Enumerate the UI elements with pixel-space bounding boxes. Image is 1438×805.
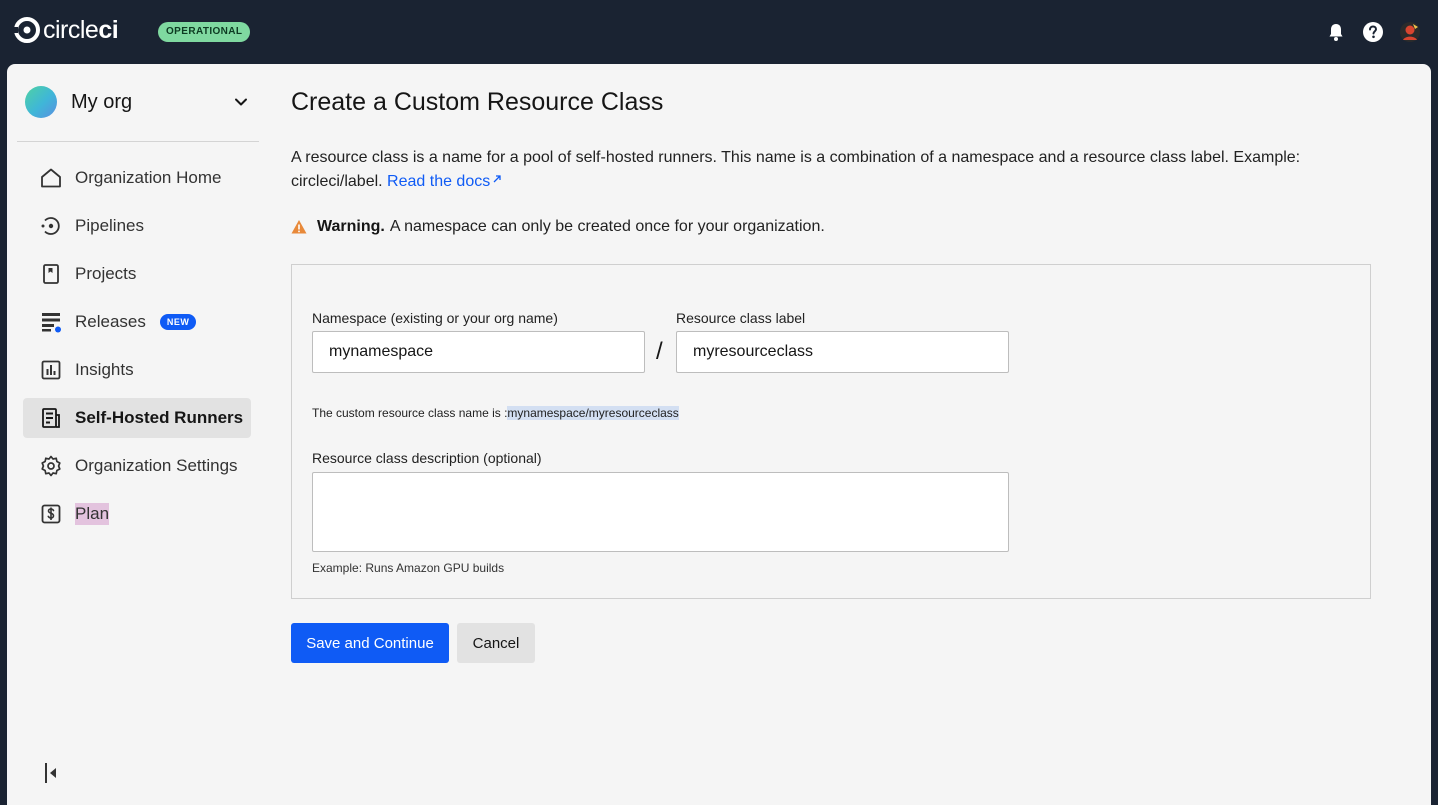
bell-icon[interactable] xyxy=(1324,20,1348,44)
sidebar-item-label: Releases xyxy=(75,312,146,331)
namespace-input[interactable] xyxy=(312,331,645,373)
description-example: Example: Runs Amazon GPU builds xyxy=(312,561,505,575)
external-link-icon xyxy=(493,175,501,183)
sidebar-item-organization-home[interactable]: Organization Home xyxy=(23,158,251,198)
computed-name-text: The custom resource class name is :mynam… xyxy=(312,406,679,420)
sidebar-item-pipelines[interactable]: Pipelines xyxy=(23,206,251,246)
status-badge[interactable]: OPERATIONAL xyxy=(158,22,251,42)
read-the-docs-link[interactable]: Read the docs xyxy=(387,173,502,190)
insights-icon xyxy=(39,358,63,382)
releases-icon xyxy=(39,310,63,334)
cancel-button[interactable]: Cancel xyxy=(457,623,535,663)
new-badge: NEW xyxy=(159,314,197,330)
page-title: Create a Custom Resource Class xyxy=(291,88,664,116)
chevron-down-icon xyxy=(235,98,247,106)
org-name: My org xyxy=(71,90,133,113)
help-icon[interactable] xyxy=(1361,20,1385,44)
resource-class-form: Namespace (existing or your org name) / … xyxy=(291,264,1371,599)
namespace-separator: / xyxy=(656,338,663,365)
sidebar-item-label: Self-Hosted Runners xyxy=(75,408,244,427)
dollar-icon xyxy=(39,502,63,526)
collapse-sidebar-icon[interactable] xyxy=(41,762,61,784)
pipelines-icon xyxy=(39,214,63,238)
resource-class-label-label: Resource class label xyxy=(676,310,806,326)
gear-icon xyxy=(39,454,63,478)
runners-icon xyxy=(39,406,63,430)
circleci-logo-icon xyxy=(14,17,40,43)
main-panel: My org Organization Home Pipelines Proje… xyxy=(7,64,1431,805)
user-avatar[interactable] xyxy=(1398,20,1422,44)
sidebar-nav: Organization Home Pipelines Projects Rel… xyxy=(23,158,251,542)
warning-title: Warning. xyxy=(317,218,385,235)
namespace-label: Namespace (existing or your org name) xyxy=(312,310,558,326)
save-and-continue-button[interactable]: Save and Continue xyxy=(291,623,449,663)
sidebar-item-self-hosted-runners[interactable]: Self-Hosted Runners xyxy=(23,398,251,438)
sidebar-item-label: Pipelines xyxy=(75,216,144,235)
intro-text: A resource class is a name for a pool of… xyxy=(291,149,1301,190)
top-bar: circleci OPERATIONAL xyxy=(0,0,1438,64)
home-icon xyxy=(39,166,63,190)
sidebar: My org Organization Home Pipelines Proje… xyxy=(7,64,267,805)
sidebar-item-label: Projects xyxy=(75,264,137,283)
warning-icon xyxy=(291,220,307,234)
sidebar-item-label: Insights xyxy=(75,360,134,379)
sidebar-item-label: Organization Home xyxy=(75,168,222,187)
org-switcher[interactable]: My org xyxy=(17,78,257,126)
resource-class-label-input[interactable] xyxy=(676,331,1009,373)
description-textarea[interactable] xyxy=(312,472,1009,552)
sidebar-item-releases[interactable]: Releases NEW xyxy=(23,302,251,342)
warning-message: Warning. A namespace can only be created… xyxy=(291,218,825,236)
projects-icon xyxy=(39,262,63,286)
sidebar-item-organization-settings[interactable]: Organization Settings xyxy=(23,446,251,486)
org-avatar xyxy=(25,86,57,118)
sidebar-item-projects[interactable]: Projects xyxy=(23,254,251,294)
sidebar-item-label: Organization Settings xyxy=(75,456,238,475)
description-label: Resource class description (optional) xyxy=(312,450,542,466)
warning-text: A namespace can only be created once for… xyxy=(389,218,825,235)
computed-resource-class-name: mynamespace/myresourceclass xyxy=(507,406,679,420)
sidebar-item-plan[interactable]: Plan xyxy=(23,494,251,534)
sidebar-item-insights[interactable]: Insights xyxy=(23,350,251,390)
sidebar-divider xyxy=(17,141,259,142)
circleci-logo[interactable]: circleci xyxy=(14,16,119,44)
sidebar-item-label: Plan xyxy=(75,503,110,525)
logo-text: circleci xyxy=(43,16,119,44)
